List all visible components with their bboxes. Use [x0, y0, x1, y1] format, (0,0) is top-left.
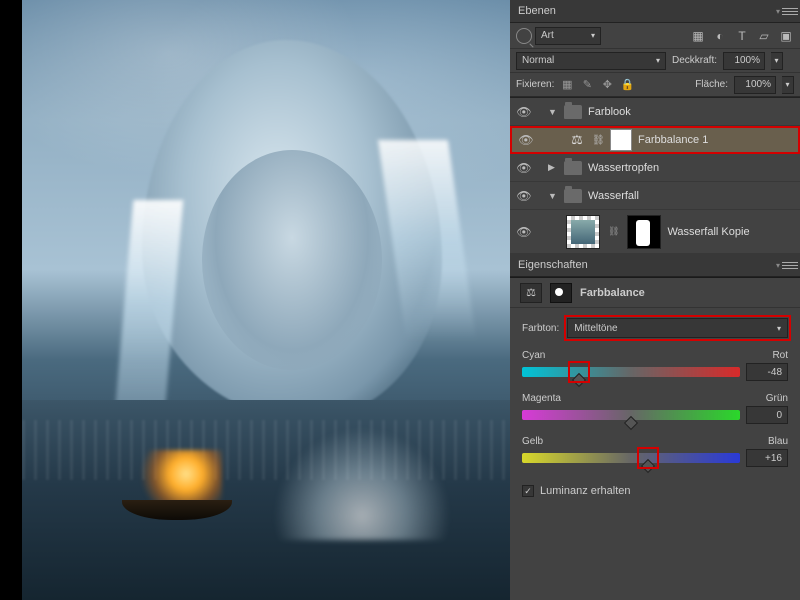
slider-handle[interactable] — [572, 373, 586, 387]
fill-flyout-icon[interactable]: ▾ — [782, 76, 794, 94]
panel-menu-icon[interactable] — [782, 3, 798, 19]
slider-value-input[interactable]: +16 — [746, 449, 788, 467]
layer-thumb[interactable] — [566, 215, 600, 249]
disclosure-down-icon[interactable]: ▼ — [548, 107, 558, 117]
balance-scale-icon[interactable]: ⚖ — [520, 283, 542, 303]
fill-label: Fläche: — [695, 79, 728, 90]
layers-panel-title: Ebenen — [518, 5, 556, 17]
filter-shape-icon[interactable]: ▱ — [756, 28, 772, 44]
mask-icon[interactable] — [550, 283, 572, 303]
lock-pixels-icon[interactable]: ✎ — [580, 78, 594, 92]
tone-label: Farbton: — [522, 323, 559, 334]
folder-icon — [564, 189, 582, 203]
opacity-input[interactable]: 100% — [723, 52, 765, 70]
filter-smart-icon[interactable]: ▣ — [778, 28, 794, 44]
layers-panel-header[interactable]: Ebenen — [510, 0, 800, 23]
slider-yellow-blue: Gelb Blau +16 — [522, 436, 788, 467]
filter-type-icon[interactable]: T — [734, 28, 750, 44]
opacity-flyout-icon[interactable]: ▾ — [771, 52, 783, 70]
layer-mask-thumb[interactable] — [610, 129, 632, 151]
visibility-icon[interactable]: 👁 — [516, 161, 532, 175]
layer-group-wasserfall[interactable]: 👁 ▼ Wasserfall — [510, 182, 800, 210]
layer-mask-thumb[interactable] — [627, 215, 661, 249]
lock-transparency-icon[interactable]: ▦ — [560, 78, 574, 92]
tone-dropdown[interactable]: Mitteltöne — [567, 318, 788, 338]
document-canvas[interactable] — [0, 0, 510, 600]
layer-farbbalance-1[interactable]: 👁 ⚖ ⛓ Farbbalance 1 — [510, 126, 800, 154]
lock-label: Fixieren: — [516, 79, 554, 90]
properties-panel: ⚖ Farbbalance Farbton: Mitteltöne Cyan R… — [510, 277, 800, 600]
layer-filter-dropdown[interactable]: Art — [535, 27, 601, 45]
folder-icon — [564, 161, 582, 175]
visibility-icon[interactable]: 👁 — [518, 133, 534, 147]
layer-group-wassertropfen[interactable]: 👁 ▶ Wassertropfen — [510, 154, 800, 182]
opacity-label: Deckkraft: — [672, 55, 717, 66]
slider-handle[interactable] — [641, 459, 655, 473]
filter-pixel-icon[interactable]: ▦ — [690, 28, 706, 44]
adjustment-title: Farbbalance — [580, 287, 645, 299]
slider-magenta-green: Magenta Grün 0 — [522, 393, 788, 424]
right-panel-stack: Ebenen Art ▦ ◐ T ▱ ▣ Normal Deckkraft: 1… — [510, 0, 800, 600]
preserve-luminosity-label: Luminanz erhalten — [540, 485, 631, 497]
layer-list: 👁 ▼ Farblook 👁 ⚖ ⛓ Farbbalance 1 👁 ▶ Was… — [510, 97, 800, 254]
visibility-icon[interactable]: 👁 — [516, 189, 532, 203]
blend-mode-dropdown[interactable]: Normal — [516, 52, 666, 70]
filter-adjust-icon[interactable]: ◐ — [712, 28, 728, 44]
visibility-icon[interactable]: 👁 — [516, 105, 532, 119]
folder-icon — [564, 105, 582, 119]
lock-row: Fixieren: ▦ ✎ ✥ 🔒 Fläche: 100% ▾ — [510, 73, 800, 97]
layer-wasserfall-kopie[interactable]: 👁 ⛓ Wasserfall Kopie — [510, 210, 800, 254]
preserve-luminosity-checkbox[interactable]: ✓ — [522, 485, 534, 497]
disclosure-right-icon[interactable]: ▶ — [548, 162, 558, 173]
layer-group-farblook[interactable]: 👁 ▼ Farblook — [510, 98, 800, 126]
visibility-icon[interactable]: 👁 — [516, 225, 532, 239]
slider-cyan-red: Cyan Rot -48 — [522, 350, 788, 381]
slider-value-input[interactable]: 0 — [746, 406, 788, 424]
slider-track[interactable] — [522, 367, 740, 377]
balance-scale-icon: ⚖ — [568, 131, 586, 149]
disclosure-down-icon[interactable]: ▼ — [548, 191, 558, 201]
layer-filter-toolbar: Art ▦ ◐ T ▱ ▣ — [510, 23, 800, 49]
search-icon[interactable] — [516, 28, 532, 44]
slider-value-input[interactable]: -48 — [746, 363, 788, 381]
artwork-preview — [22, 0, 510, 600]
slider-handle[interactable] — [624, 416, 638, 430]
link-icon[interactable]: ⛓ — [606, 226, 621, 237]
fill-input[interactable]: 100% — [734, 76, 776, 94]
link-icon[interactable]: ⛓ — [592, 135, 604, 146]
properties-panel-title: Eigenschaften — [518, 259, 588, 271]
blend-mode-row: Normal Deckkraft: 100% ▾ — [510, 49, 800, 73]
lock-position-icon[interactable]: ✥ — [600, 78, 614, 92]
lock-all-icon[interactable]: 🔒 — [620, 78, 634, 92]
properties-panel-header[interactable]: Eigenschaften — [510, 254, 800, 277]
slider-track[interactable] — [522, 453, 740, 463]
panel-menu-icon[interactable] — [782, 257, 798, 273]
slider-track[interactable] — [522, 410, 740, 420]
